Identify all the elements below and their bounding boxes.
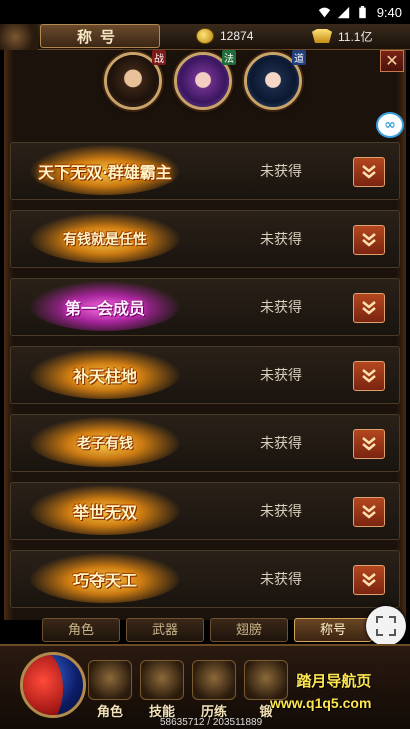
title-status: 未获得: [260, 164, 302, 180]
skill-icon: [140, 660, 184, 700]
class-tag-mage: 法: [222, 50, 236, 65]
watermark: 踏月导航页 www.q1q5.com: [270, 670, 371, 711]
game-helper-icon[interactable]: ∞: [376, 112, 404, 138]
fullscreen-icon: [376, 616, 396, 636]
fullscreen-button[interactable]: [366, 606, 406, 646]
nav-training-button[interactable]: 历练: [190, 660, 238, 720]
title-badge: 补天柱地: [15, 339, 195, 411]
ingot-value: 11.1亿: [338, 29, 373, 44]
expand-button[interactable]: [353, 565, 385, 595]
chevron-down-icon: [362, 301, 376, 315]
gold-ingot-icon: [312, 29, 332, 43]
title-row: 老子有钱 未获得: [10, 414, 400, 472]
class-tag-warrior: 战: [152, 50, 166, 65]
chevron-down-icon: [362, 505, 376, 519]
title-name: 巧夺天工: [72, 571, 137, 590]
title-row: 天下无双·群雄霸主 未获得: [10, 142, 400, 200]
page-title-text: 称号: [76, 27, 123, 46]
expand-button[interactable]: [353, 225, 385, 255]
tab-wings[interactable]: 翅膀: [210, 618, 288, 642]
ingot-counter: 11.1亿: [312, 26, 408, 46]
title-name: 有钱就是任性: [63, 232, 147, 248]
chevron-down-icon: [362, 233, 376, 247]
expand-button[interactable]: [353, 157, 385, 187]
watermark-line2: www.q1q5.com: [270, 695, 372, 711]
title-name: 老子有钱: [77, 436, 133, 452]
expand-button[interactable]: [353, 361, 385, 391]
helmet-icon: [88, 660, 132, 700]
title-status: 未获得: [260, 232, 302, 248]
title-name: 天下无双·群雄霸主: [38, 163, 172, 182]
hp-mp-orb: [20, 652, 86, 718]
title-row: 第一会成员 未获得: [10, 278, 400, 336]
title-status: 未获得: [260, 572, 302, 588]
page-title: 称号: [40, 24, 160, 48]
class-tag-taoist: 道: [292, 50, 306, 65]
exp-readout: 58635712 / 203511889: [160, 717, 263, 728]
title-status: 未获得: [260, 436, 302, 452]
chevron-down-icon: [362, 437, 376, 451]
title-badge: 巧夺天工: [15, 543, 195, 615]
title-badge: 天下无双·群雄霸主: [15, 135, 195, 207]
gold-value: 12874: [220, 29, 254, 43]
chevron-down-icon: [362, 573, 376, 587]
category-tabs: 角色 武器 翅膀 称号: [42, 618, 382, 644]
status-time: 9:40: [376, 4, 402, 20]
title-badge: 老子有钱: [15, 407, 195, 479]
training-icon: [192, 660, 236, 700]
dragon-ornament-icon: [0, 24, 38, 50]
tab-role[interactable]: 角色: [42, 618, 120, 642]
expand-button[interactable]: [353, 293, 385, 323]
title-row: 补天柱地 未获得: [10, 346, 400, 404]
wifi-icon: [318, 7, 330, 17]
nav-role-button[interactable]: 角色: [86, 660, 134, 720]
chevron-down-icon: [362, 369, 376, 383]
status-bar: 9:40: [0, 0, 410, 24]
tab-weapon[interactable]: 武器: [126, 618, 204, 642]
signal-icon: [337, 6, 349, 18]
title-name: 补天柱地: [72, 367, 137, 386]
chevron-down-icon: [362, 165, 376, 179]
title-name: 举世无双: [72, 503, 137, 522]
title-row: 巧夺天工 未获得: [10, 550, 400, 608]
expand-button[interactable]: [353, 429, 385, 459]
watermark-line1: 踏月导航页: [296, 673, 372, 690]
battery-icon: [358, 5, 366, 18]
title-badge: 有钱就是任性: [15, 203, 195, 275]
title-row: 有钱就是任性 未获得: [10, 210, 400, 268]
tab-title[interactable]: 称号: [294, 618, 372, 642]
title-status: 未获得: [260, 368, 302, 384]
gold-counter: 12874: [196, 26, 296, 46]
expand-button[interactable]: [353, 497, 385, 527]
title-status: 未获得: [260, 504, 302, 520]
title-row: 举世无双 未获得: [10, 482, 400, 540]
title-status: 未获得: [260, 300, 302, 316]
gold-coin-icon: [196, 28, 214, 44]
title-badge: 第一会成员: [15, 271, 195, 343]
nav-skill-button[interactable]: 技能: [138, 660, 186, 720]
title-badge: 举世无双: [15, 475, 195, 547]
close-button[interactable]: ✕: [380, 50, 404, 72]
title-name: 第一会成员: [64, 299, 145, 318]
nav-label: 角色: [96, 705, 123, 720]
